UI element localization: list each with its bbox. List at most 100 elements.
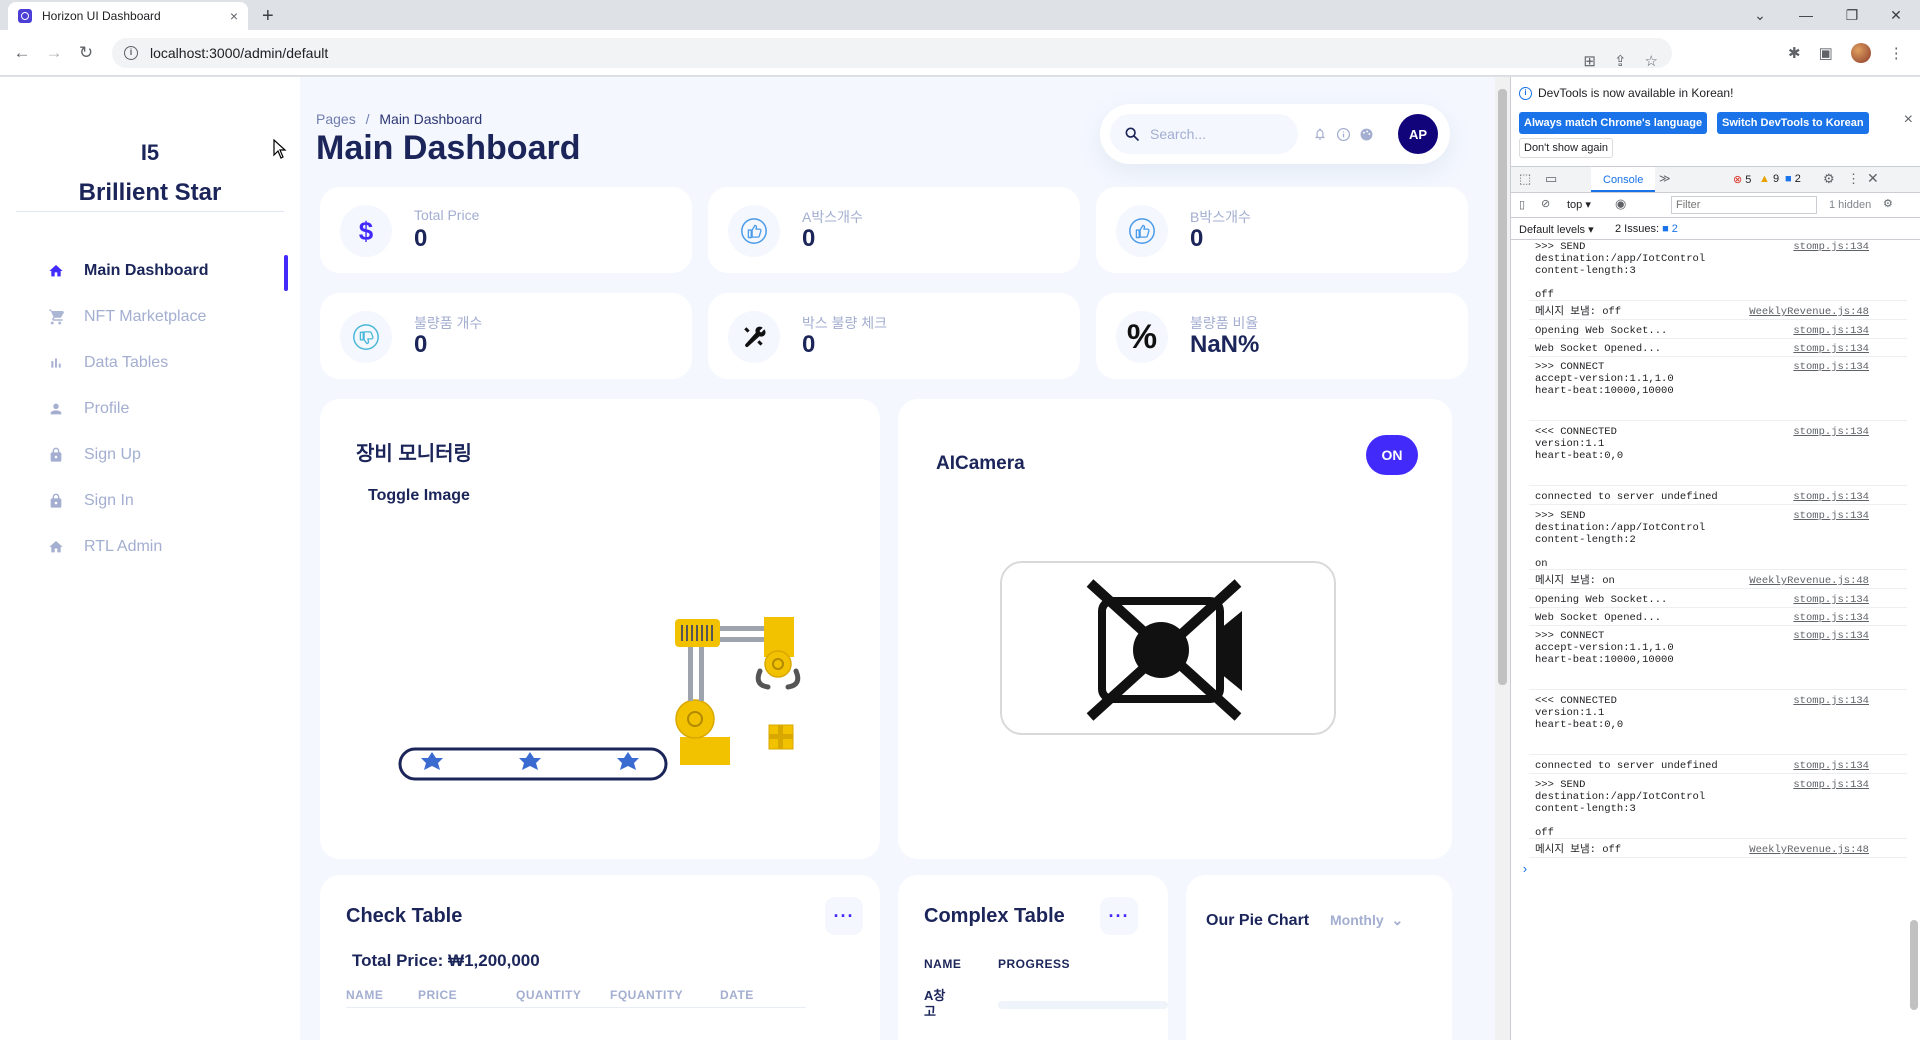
sidebar-toggle-icon[interactable]: ▯ xyxy=(1519,198,1525,211)
column-header[interactable]: PROGRESS xyxy=(998,957,1070,971)
context-select[interactable]: top ▾ xyxy=(1567,198,1591,211)
settings-gear-icon[interactable]: ⚙ xyxy=(1823,171,1835,187)
error-count-icon[interactable]: ⊗ 5 xyxy=(1733,173,1751,186)
breadcrumb-current[interactable]: Main Dashboard xyxy=(379,111,482,127)
theme-toggle-icon[interactable] xyxy=(1356,124,1376,144)
close-devtools-icon[interactable]: ✕ xyxy=(1867,170,1879,187)
default-levels-select[interactable]: Default levels ▾ xyxy=(1519,223,1594,236)
stat-value: 0 xyxy=(414,331,428,358)
bar-chart-icon xyxy=(46,355,66,371)
source-link[interactable]: stomp.js:134 xyxy=(1793,779,1869,791)
forward-icon[interactable]: → xyxy=(42,42,66,64)
more-tabs-icon[interactable]: ≫ xyxy=(1659,172,1671,185)
tab-console[interactable]: Console xyxy=(1591,167,1656,192)
source-link[interactable]: WeeklyRevenue.js:48 xyxy=(1749,306,1869,318)
clear-console-icon[interactable]: ⊘ xyxy=(1541,197,1550,210)
complex-table-title: Complex Table xyxy=(924,905,1065,927)
console-message: Web Socket Opened... xyxy=(1535,612,1662,624)
back-icon[interactable]: ← xyxy=(10,42,34,64)
source-link[interactable]: stomp.js:134 xyxy=(1793,612,1869,624)
inspect-element-icon[interactable]: ⬚ xyxy=(1519,171,1531,187)
breadcrumb-root[interactable]: Pages xyxy=(316,111,356,127)
console-settings-gear-icon[interactable]: ⚙ xyxy=(1883,197,1893,210)
tab-close-icon[interactable]: × xyxy=(230,8,238,24)
stat-value: 0 xyxy=(414,225,428,252)
sidebar-item-sign-up[interactable]: Sign Up xyxy=(46,432,286,478)
browser-tab-strip: Horizon UI Dashboard × + ⌄ — ❐ ✕ xyxy=(0,0,1920,30)
page-scrollbar-thumb[interactable] xyxy=(1498,89,1507,685)
source-link[interactable]: stomp.js:134 xyxy=(1793,343,1869,355)
sidebar-item-nft-marketplace[interactable]: NFT Marketplace xyxy=(46,294,286,340)
sidebar-item-data-tables[interactable]: Data Tables xyxy=(46,340,286,386)
address-bar[interactable]: i localhost:3000/admin/default ⊞ ⇪ ☆ xyxy=(112,38,1672,70)
profile-avatar-icon[interactable] xyxy=(1850,43,1871,63)
tab-search-chevron-icon[interactable]: ⌄ xyxy=(1740,2,1780,28)
side-panel-icon[interactable]: ▣ xyxy=(1819,44,1833,62)
source-link[interactable]: stomp.js:134 xyxy=(1793,491,1869,503)
new-tab-button[interactable]: + xyxy=(262,4,274,28)
column-header[interactable]: FQUANTITY xyxy=(610,988,683,1002)
issues-link[interactable]: 2 Issues: ■ 2 xyxy=(1615,223,1678,235)
console-scrollbar[interactable] xyxy=(1907,240,1920,1030)
share-icon[interactable]: ⇪ xyxy=(1614,52,1627,70)
toggle-image-button[interactable]: Toggle Image xyxy=(356,479,482,513)
source-link[interactable]: stomp.js:134 xyxy=(1793,241,1869,253)
close-infobar-icon[interactable]: × xyxy=(1904,111,1913,129)
complex-table-menu-button[interactable]: ··· xyxy=(1100,897,1138,935)
browser-tab[interactable]: Horizon UI Dashboard × xyxy=(8,2,248,30)
extensions-icon[interactable]: ✱ xyxy=(1788,44,1801,62)
sidebar-item-profile[interactable]: Profile xyxy=(46,386,286,432)
sidebar-item-sign-in[interactable]: Sign In xyxy=(46,478,286,524)
source-link[interactable]: stomp.js:134 xyxy=(1793,426,1869,438)
sidebar-item-main-dashboard[interactable]: Main Dashboard xyxy=(46,248,288,294)
context-value: top xyxy=(1567,199,1583,211)
column-header[interactable]: PRICE xyxy=(418,988,457,1002)
console-prompt[interactable]: › xyxy=(1521,862,1529,877)
source-link[interactable]: stomp.js:134 xyxy=(1793,361,1869,373)
info-icon[interactable] xyxy=(1333,124,1353,144)
search-input[interactable] xyxy=(1150,126,1280,142)
avatar[interactable]: AP xyxy=(1398,114,1438,154)
source-link[interactable]: stomp.js:134 xyxy=(1793,630,1869,642)
period-select[interactable]: Monthly ⌄ xyxy=(1330,912,1403,929)
source-link[interactable]: WeeklyRevenue.js:48 xyxy=(1749,844,1869,856)
restore-button[interactable]: ❐ xyxy=(1832,2,1872,28)
device-toolbar-icon[interactable]: ▭ xyxy=(1545,171,1557,187)
dont-show-again-button[interactable]: Don't show again xyxy=(1519,138,1614,158)
switch-korean-button[interactable]: Switch DevTools to Korean xyxy=(1717,112,1869,134)
browser-menu-icon[interactable]: ⋮ xyxy=(1889,44,1904,62)
reload-icon[interactable]: ↻ xyxy=(74,42,98,64)
page-scrollbar[interactable] xyxy=(1495,77,1510,1040)
close-window-button[interactable]: ✕ xyxy=(1876,2,1916,28)
source-link[interactable]: stomp.js:134 xyxy=(1793,594,1869,606)
camera-on-button[interactable]: ON xyxy=(1366,435,1418,475)
bell-icon[interactable] xyxy=(1310,124,1330,144)
bookmark-star-icon[interactable]: ☆ xyxy=(1645,52,1658,70)
source-link[interactable]: stomp.js:134 xyxy=(1793,325,1869,337)
console-message: 메시지 보냄: off xyxy=(1535,306,1622,318)
source-link[interactable]: stomp.js:134 xyxy=(1793,510,1869,522)
column-header[interactable]: NAME xyxy=(924,957,961,971)
sidebar-item-label: RTL Admin xyxy=(84,538,163,555)
column-header[interactable]: NAME xyxy=(346,988,383,1002)
live-expression-eye-icon[interactable]: ◉ xyxy=(1615,196,1626,212)
source-link[interactable]: stomp.js:134 xyxy=(1793,760,1869,772)
sidebar-item-rtl-admin[interactable]: RTL Admin xyxy=(46,524,286,570)
breadcrumb: Pages / Main Dashboard xyxy=(316,111,482,127)
console-scrollbar-thumb[interactable] xyxy=(1910,920,1918,1010)
console-filter-input[interactable] xyxy=(1671,196,1817,214)
translate-icon[interactable]: ⊞ xyxy=(1583,52,1596,70)
devtools-menu-icon[interactable]: ⋮ xyxy=(1847,171,1860,187)
match-language-button[interactable]: Always match Chrome's language xyxy=(1519,112,1708,134)
stat-label: 불량품 비율 xyxy=(1190,315,1259,331)
minimize-button[interactable]: — xyxy=(1786,2,1826,28)
warning-count-icon[interactable]: ▲ 9 xyxy=(1759,173,1779,185)
column-header[interactable]: DATE xyxy=(720,988,754,1002)
site-info-icon[interactable]: i xyxy=(124,46,138,60)
column-header[interactable]: QUANTITY xyxy=(516,988,581,1002)
source-link[interactable]: WeeklyRevenue.js:48 xyxy=(1749,575,1869,587)
source-link[interactable]: stomp.js:134 xyxy=(1793,695,1869,707)
chevron-down-icon: ⌄ xyxy=(1391,912,1404,928)
check-table-menu-button[interactable]: ··· xyxy=(825,897,863,935)
info-count-icon[interactable]: ■ 2 xyxy=(1785,173,1801,185)
